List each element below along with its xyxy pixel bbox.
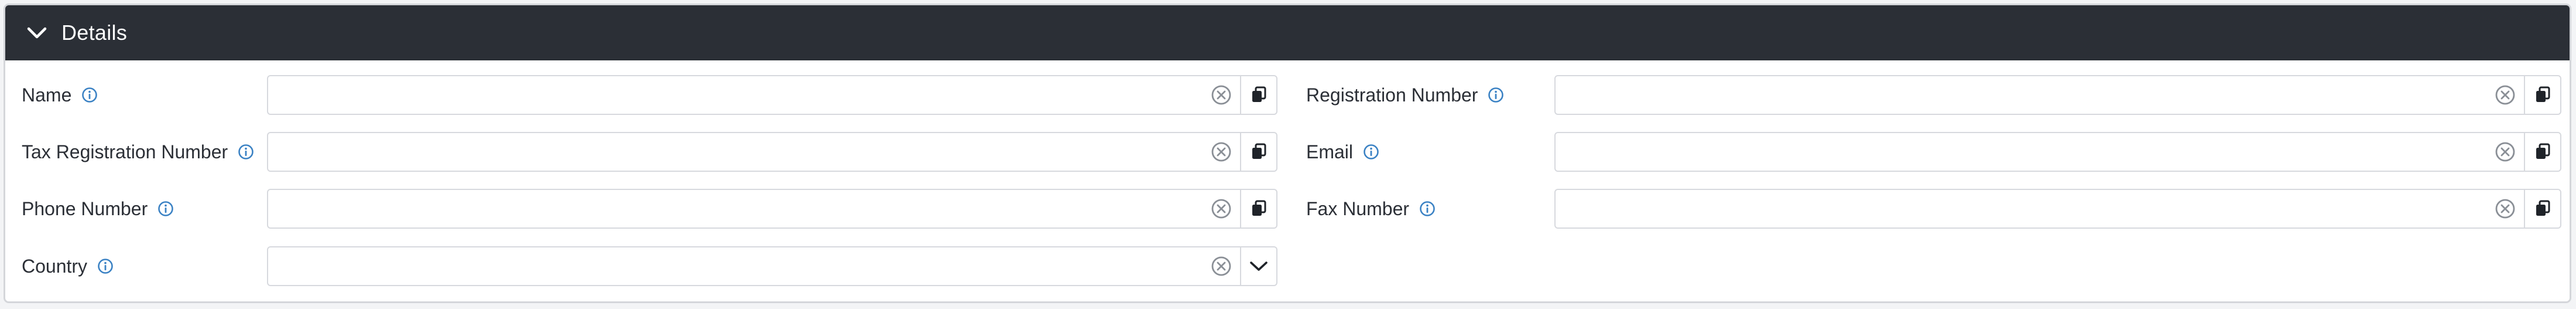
country-input[interactable] — [268, 247, 1203, 285]
info-icon[interactable] — [157, 200, 174, 218]
country-select[interactable] — [267, 246, 1277, 286]
phone-number-label: Phone Number — [22, 198, 148, 219]
phone-number-input[interactable] — [268, 190, 1203, 227]
collapse-chevron-icon[interactable] — [19, 15, 54, 50]
registration-number-label-group: Registration Number — [1306, 74, 1505, 116]
clear-icon[interactable] — [1203, 247, 1240, 285]
copy-button[interactable] — [2524, 76, 2560, 114]
fax-number-label: Fax Number — [1306, 198, 1410, 219]
email-label: Email — [1306, 141, 1354, 162]
fax-number-field[interactable] — [1554, 189, 2561, 229]
tax-registration-number-label: Tax Registration Number — [22, 141, 228, 162]
info-icon[interactable] — [81, 86, 98, 104]
tax-registration-number-label-group: Tax Registration Number — [22, 131, 255, 172]
name-label: Name — [22, 84, 72, 106]
phone-number-label-group: Phone Number — [22, 188, 174, 229]
info-icon[interactable] — [1419, 200, 1436, 218]
copy-icon — [2534, 86, 2551, 104]
copy-icon — [2534, 143, 2551, 161]
details-panel: Details Name Registration Number Tax Reg… — [4, 4, 2571, 303]
country-label-group: Country — [22, 246, 114, 287]
name-label-group: Name — [22, 74, 98, 116]
email-input[interactable] — [1556, 133, 2486, 171]
clear-icon[interactable] — [1203, 190, 1240, 227]
clear-icon[interactable] — [2486, 190, 2524, 227]
dropdown-toggle-button[interactable] — [1240, 247, 1276, 285]
name-field[interactable] — [267, 75, 1277, 115]
info-icon[interactable] — [1487, 86, 1505, 104]
copy-button[interactable] — [2524, 133, 2560, 171]
tax-registration-number-input[interactable] — [268, 133, 1203, 171]
copy-icon — [1251, 143, 1267, 161]
clear-icon[interactable] — [1203, 133, 1240, 171]
copy-button[interactable] — [1240, 133, 1276, 171]
info-icon[interactable] — [237, 143, 255, 161]
copy-button[interactable] — [1240, 190, 1276, 227]
copy-button[interactable] — [2524, 190, 2560, 227]
chevron-down-icon — [1249, 260, 1268, 272]
section-title: Details — [61, 21, 128, 45]
clear-icon[interactable] — [1203, 76, 1240, 114]
clear-icon[interactable] — [2486, 133, 2524, 171]
copy-icon — [2534, 200, 2551, 218]
country-label: Country — [22, 255, 88, 277]
copy-icon — [1251, 200, 1267, 218]
email-field[interactable] — [1554, 132, 2561, 172]
clear-icon[interactable] — [2486, 76, 2524, 114]
copy-button[interactable] — [1240, 76, 1276, 114]
registration-number-input[interactable] — [1556, 76, 2486, 114]
fax-number-input[interactable] — [1556, 190, 2486, 227]
name-input[interactable] — [268, 76, 1203, 114]
registration-number-field[interactable] — [1554, 75, 2561, 115]
phone-number-field[interactable] — [267, 189, 1277, 229]
info-icon[interactable] — [1362, 143, 1380, 161]
tax-registration-number-field[interactable] — [267, 132, 1277, 172]
details-panel-header[interactable]: Details — [5, 5, 2570, 60]
info-icon[interactable] — [97, 257, 114, 275]
registration-number-label: Registration Number — [1306, 84, 1478, 106]
email-label-group: Email — [1306, 131, 1380, 172]
fax-number-label-group: Fax Number — [1306, 188, 1436, 229]
copy-icon — [1251, 86, 1267, 104]
